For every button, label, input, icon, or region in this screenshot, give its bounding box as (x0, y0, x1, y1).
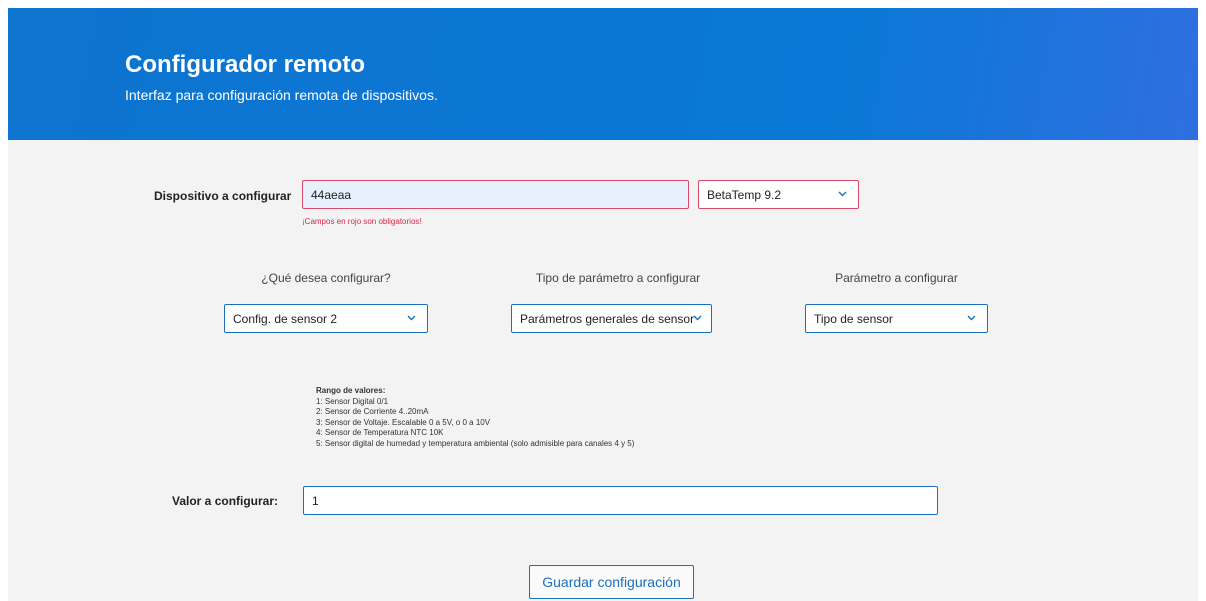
what-to-configure-label: ¿Qué desea configurar? (261, 271, 391, 285)
device-label: Dispositivo a configurar (154, 189, 292, 203)
save-configuration-button[interactable]: Guardar configuración (529, 565, 694, 599)
chevron-down-icon (838, 191, 847, 199)
device-model-selected: BetaTemp 9.2 (707, 187, 782, 202)
what-to-configure-select[interactable]: Config. de sensor 2 (224, 304, 428, 333)
what-to-configure-selected: Config. de sensor 2 (233, 311, 338, 326)
value-range-item: 1: Sensor Digital 0/1 (316, 396, 389, 406)
header-banner: Configurador remoto Interfaz para config… (8, 8, 1198, 140)
device-id-input[interactable]: 44aeaa (302, 180, 689, 209)
value-range-info: Rango de valores: 1: Sensor Digital 0/1 … (316, 386, 634, 449)
page: Configurador remoto Interfaz para config… (8, 8, 1198, 601)
page-title: Configurador remoto (125, 51, 365, 78)
value-range-item: 2: Sensor de Corriente 4..20mA (316, 407, 429, 416)
value-range-item: 4: Sensor de Temperatura NTC 10K (316, 428, 444, 437)
value-input[interactable]: 1 (303, 486, 938, 515)
value-label: Valor a configurar: (172, 494, 279, 508)
page-subtitle: Interfaz para configuración remota de di… (125, 87, 438, 103)
value-range-title: Rango de valores: (316, 386, 386, 395)
param-label: Parámetro a configurar (835, 271, 958, 285)
param-type-label: Tipo de parámetro a configurar (535, 271, 701, 285)
device-model-select[interactable]: BetaTemp 9.2 (698, 180, 859, 209)
param-selected: Tipo de sensor (814, 311, 893, 326)
param-select[interactable]: Tipo de sensor (805, 304, 988, 333)
param-type-select[interactable]: Parámetros generales de sensor (511, 304, 712, 333)
device-id-value: 44aeaa (311, 187, 352, 202)
chevron-down-icon (407, 315, 416, 323)
value-input-text: 1 (312, 493, 319, 508)
required-fields-error: ¡Campos en rojo son obligatorios! (302, 217, 422, 226)
chevron-down-icon (693, 315, 702, 323)
chevron-down-icon (967, 315, 976, 323)
value-range-item: 3: Sensor de Voltaje. Escalable 0 a 5V, … (316, 417, 491, 427)
value-range-item: 5: Sensor digital de humedad y temperatu… (316, 438, 635, 448)
param-type-selected: Parámetros generales de sensor (520, 311, 695, 326)
